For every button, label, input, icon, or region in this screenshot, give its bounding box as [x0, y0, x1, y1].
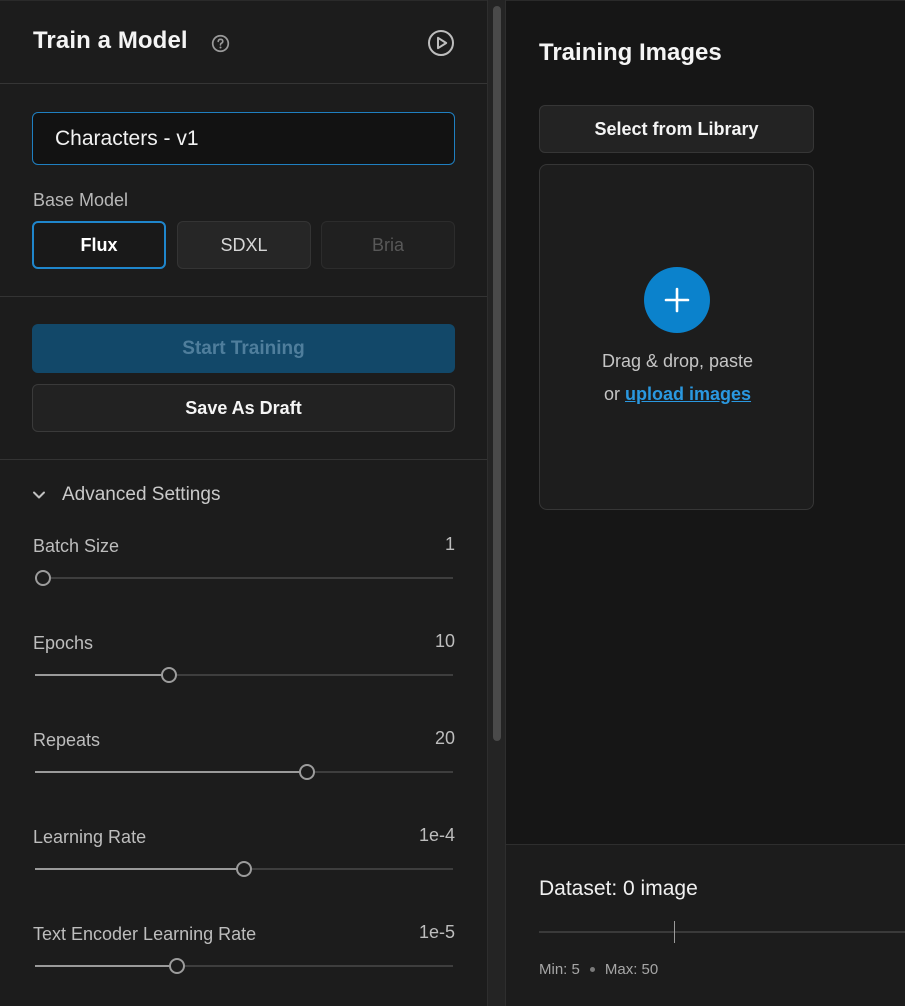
slider-fill — [35, 674, 169, 676]
page-title: Train a Model — [33, 27, 188, 54]
divider — [0, 459, 487, 460]
dropzone-instructions: Drag & drop, paste or upload images — [540, 345, 815, 411]
separator-dot — [589, 967, 595, 972]
slider-repeats: Repeats 20 — [33, 728, 455, 810]
base-model-sdxl-button[interactable]: SDXL — [177, 221, 311, 269]
advanced-settings-label: Advanced Settings — [62, 484, 221, 505]
slider-track[interactable] — [35, 570, 453, 586]
dataset-section: Dataset: 0 image Min: 5 Max: 50 — [506, 844, 905, 1006]
dropzone-line-2: or upload images — [540, 378, 815, 411]
slider-track[interactable] — [35, 764, 453, 780]
upload-images-link[interactable]: upload images — [625, 384, 751, 404]
slider-value: 1 — [444, 534, 455, 554]
slider-text-encoder-learning-rate: Text Encoder Learning Rate 1e-5 — [33, 922, 455, 1004]
slider-value: 1e-4 — [418, 825, 455, 845]
slider-learning-rate: Learning Rate 1e-4 — [33, 825, 455, 907]
question-circle-icon[interactable] — [211, 34, 230, 53]
training-images-title: Training Images — [539, 39, 722, 66]
slider-fill — [35, 965, 178, 967]
slider-label: Epochs — [33, 633, 94, 653]
scrollbar-thumb[interactable] — [493, 6, 501, 741]
base-model-bria-button: Bria — [321, 221, 455, 269]
slider-value: 20 — [434, 728, 455, 748]
slider-value: 1e-5 — [418, 922, 455, 942]
slider-fill — [35, 771, 307, 773]
slider-track[interactable] — [35, 861, 453, 877]
slider-label: Text Encoder Learning Rate — [33, 924, 257, 944]
slider-handle[interactable] — [35, 570, 52, 586]
slider-handle[interactable] — [169, 958, 186, 974]
dropzone-or-text: or — [603, 384, 620, 404]
model-name-input[interactable] — [32, 112, 455, 165]
dataset-min-marker — [674, 921, 676, 943]
slider-label: Repeats — [33, 730, 101, 750]
slider-handle[interactable] — [160, 667, 177, 683]
dataset-min: Min: 5 — [539, 961, 580, 978]
dataset-progress-track — [539, 921, 905, 943]
slider-fill — [35, 868, 244, 870]
slider-track[interactable] — [35, 667, 453, 683]
slider-batch-size: Batch Size 1 — [33, 534, 455, 616]
slider-handle[interactable] — [236, 861, 252, 877]
base-model-flux-button[interactable]: Flux — [32, 221, 166, 269]
slider-handle[interactable] — [298, 764, 315, 780]
slider-label: Batch Size — [33, 536, 120, 556]
dataset-count: Dataset: 0 image — [539, 877, 698, 900]
slider-track[interactable] — [35, 958, 453, 974]
slider-value: 10 — [434, 631, 455, 651]
left-panel: Train a Model Base Model Flux SDXL Bria … — [0, 0, 487, 1006]
image-dropzone[interactable]: Drag & drop, paste or upload images — [539, 164, 814, 510]
advanced-settings-toggle[interactable]: Advanced Settings — [30, 481, 220, 509]
training-images-panel: Training Images Select from Library Drag… — [506, 0, 905, 1006]
dataset-max: Max: 50 — [604, 961, 659, 978]
plus-icon — [664, 287, 690, 313]
slider-label: Learning Rate — [33, 827, 147, 847]
save-as-draft-button[interactable]: Save As Draft — [32, 384, 455, 432]
play-circle-icon[interactable] — [427, 29, 455, 57]
chevron-down-icon — [33, 491, 45, 499]
panel-header: Train a Model — [0, 1, 487, 84]
divider — [0, 296, 487, 297]
dataset-range: Min: 5 Max: 50 — [539, 961, 658, 978]
dropzone-line-1: Drag & drop, paste — [601, 351, 754, 371]
start-training-button[interactable]: Start Training — [32, 324, 455, 373]
select-from-library-button[interactable]: Select from Library — [539, 105, 814, 153]
add-images-button[interactable] — [644, 267, 710, 333]
scrollbar[interactable] — [487, 0, 506, 1006]
slider-epochs: Epochs 10 — [33, 631, 455, 713]
base-model-label: Base Model — [33, 190, 129, 210]
